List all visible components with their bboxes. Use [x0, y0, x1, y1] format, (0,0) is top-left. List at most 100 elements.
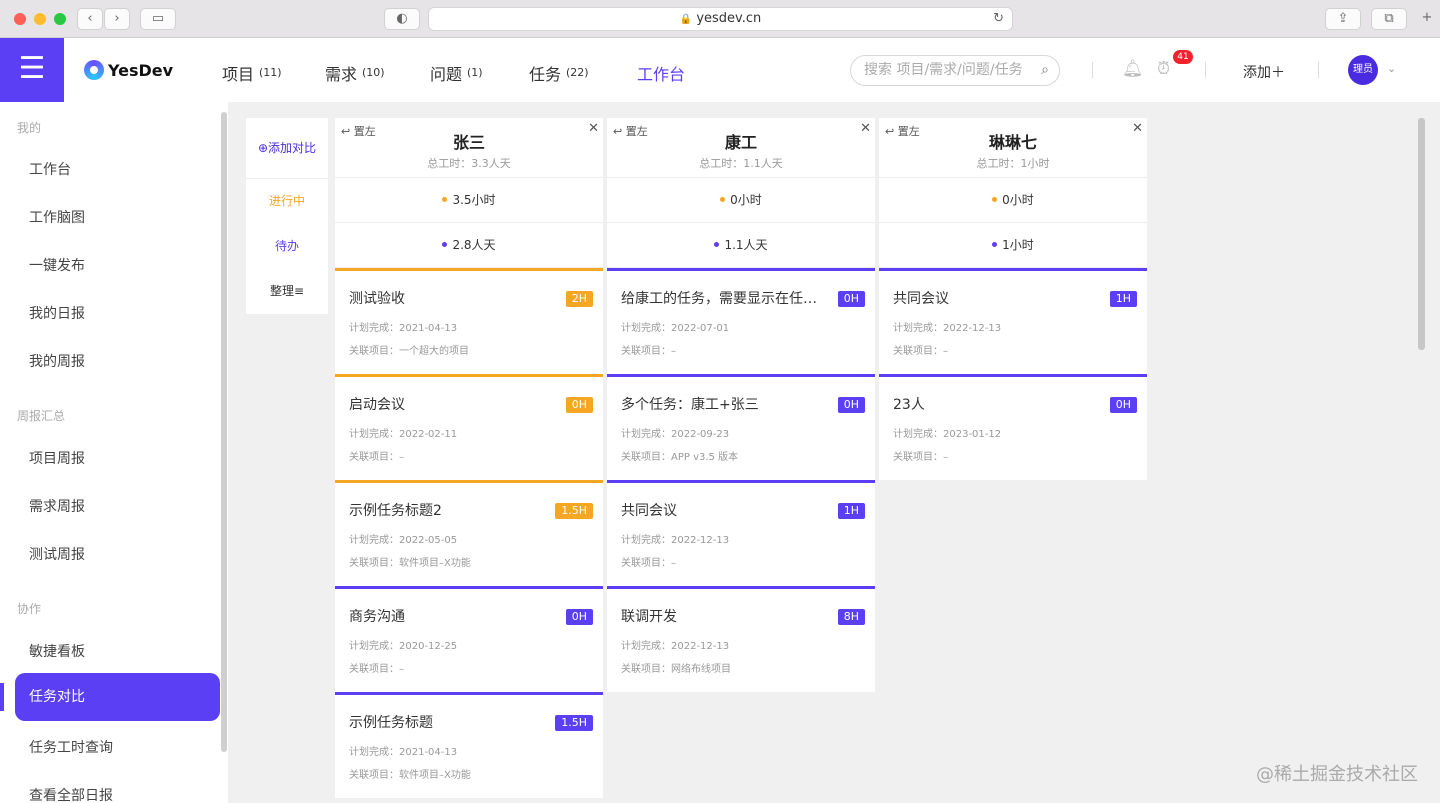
task-card[interactable]: 23人 0H 计划完成：2023-01-12 关联项目：– — [879, 374, 1147, 480]
sidebar-item-test-weekly[interactable]: 测试周报 — [29, 544, 85, 564]
back-button[interactable]: ‹ — [77, 8, 103, 30]
task-title: 商务沟通 — [349, 609, 405, 625]
pin-left-button[interactable]: ↩ 置左 — [341, 123, 376, 139]
task-card[interactable]: 共同会议 1H 计划完成：2022-12-13 关联项目：– — [879, 268, 1147, 374]
address-bar[interactable]: 🔒 yesdev.cn ↻ — [428, 7, 1013, 31]
project-value: 软件项目–X功能 — [399, 558, 471, 569]
sidebar-item-task-hours[interactable]: 任务工时查询 — [29, 737, 113, 757]
task-card[interactable]: 示例任务标题2 1.5H 计划完成：2022-05-05 关联项目：软件项目–X功能 — [335, 480, 603, 586]
notification-badge: 41 — [1173, 50, 1193, 64]
new-tab-icon[interactable]: + — [1416, 8, 1438, 30]
nav-count: (11) — [259, 66, 282, 79]
nav-requirements[interactable]: 需求 (10) — [325, 61, 385, 85]
row-label-todo: 待办 — [246, 224, 328, 269]
sidebar-item-requirement-weekly[interactable]: 需求周报 — [29, 496, 85, 516]
nav-workbench[interactable]: 工作台 — [637, 61, 685, 85]
plan-label: 计划完成： — [621, 323, 671, 334]
close-window-button[interactable] — [14, 13, 26, 25]
project-value: – — [943, 452, 948, 463]
sort-label: 整理 — [269, 284, 294, 298]
add-compare-button[interactable]: ⊕添加对比 — [246, 118, 328, 178]
add-button[interactable]: 添加＋ — [1243, 62, 1285, 82]
task-card[interactable]: 示例任务标题 1.5H 计划完成：2021-04-13 关联项目：软件项目–X功能 — [335, 692, 603, 798]
pin-left-button[interactable]: ↩ 置左 — [613, 123, 648, 139]
pin-label: 置左 — [353, 125, 376, 138]
task-title: 多个任务：康工+张三 — [621, 397, 759, 413]
plan-date: 计划完成：2022-09-23 — [621, 425, 729, 440]
logo-text: YesDev — [108, 60, 174, 80]
project-value: 软件项目–X功能 — [399, 770, 471, 781]
project-value: – — [399, 452, 404, 463]
close-icon[interactable]: ✕ — [1132, 121, 1143, 136]
task-card[interactable]: 给康工的任务，需要显示在任务… 0H 计划完成：2022-07-01 关联项目：– — [607, 268, 875, 374]
sidebar-item-task-compare[interactable]: 任务对比 — [15, 673, 220, 721]
pin-left-button[interactable]: ↩ 置左 — [885, 123, 920, 139]
nav-projects[interactable]: 项目 (11) — [222, 61, 282, 85]
sidebar-item-weekly-report[interactable]: 我的周报 — [29, 351, 85, 371]
sidebar-item-publish[interactable]: 一键发布 — [29, 255, 85, 275]
header-divider — [1092, 62, 1093, 78]
task-card[interactable]: 启动会议 0H 计划完成：2022-02-11 关联项目：– — [335, 374, 603, 480]
forward-button[interactable]: › — [104, 8, 130, 30]
task-card[interactable]: 多个任务：康工+张三 0H 计划完成：2022-09-23 关联项目：APP v3.5… — [607, 374, 875, 480]
project-label: 关联项目： — [621, 346, 671, 357]
chevron-down-icon[interactable]: ⌄ — [1387, 62, 1396, 75]
sidebar-toggle-icon[interactable]: ▭ — [140, 8, 176, 30]
main-scrollbar[interactable] — [1418, 118, 1425, 350]
search-input[interactable]: 搜索 项目/需求/问题/任务 ⌕ — [850, 55, 1060, 86]
sidebar-item-agile-board[interactable]: 敏捷看板 — [29, 641, 85, 661]
alarm-clock-icon[interactable]: ⏰︎ — [1157, 59, 1170, 79]
arrow-left-icon: ↩ — [885, 125, 898, 138]
dot-icon — [442, 242, 448, 247]
project-label: 关联项目： — [893, 346, 943, 357]
bell-icon[interactable]: 🔔︎ — [1122, 59, 1144, 79]
close-icon[interactable]: ✕ — [860, 121, 871, 136]
hours-badge: 1H — [1109, 291, 1137, 307]
sidebar-item-workbench[interactable]: 工作台 — [29, 159, 71, 179]
plan-label: 计划完成： — [349, 535, 399, 546]
nav-tasks[interactable]: 任务 (22) — [529, 61, 589, 85]
task-card[interactable]: 联调开发 8H 计划完成：2022-12-13 关联项目：网络布线项目 — [607, 586, 875, 692]
maximize-window-button[interactable] — [54, 13, 66, 25]
reload-icon[interactable]: ↻ — [993, 8, 1004, 30]
sidebar-scrollbar[interactable] — [221, 112, 227, 752]
active-indicator — [0, 683, 4, 711]
sidebar-group-weekly-summary: 周报汇总 — [17, 409, 66, 423]
tabs-overview-icon[interactable]: ⧉ — [1371, 8, 1407, 30]
plan-label: 计划完成： — [349, 429, 399, 440]
filter-icon: ≡ — [293, 284, 305, 298]
task-card[interactable]: 共同会议 1H 计划完成：2022-12-13 关联项目：– — [607, 480, 875, 586]
app-logo[interactable]: YesDev — [84, 60, 173, 80]
arrow-left-icon: ↩ — [613, 125, 626, 138]
close-icon[interactable]: ✕ — [588, 121, 599, 136]
sidebar-item-all-daily[interactable]: 查看全部日报 — [29, 785, 113, 803]
minimize-window-button[interactable] — [34, 13, 46, 25]
sidebar-item-mindmap[interactable]: 工作脑图 — [29, 207, 85, 227]
in-progress-stat: 0小时 — [607, 178, 875, 223]
avatar[interactable]: 理员 — [1348, 55, 1378, 85]
nav-issues[interactable]: 问题 (1) — [430, 61, 483, 85]
task-card[interactable]: 测试验收 2H 计划完成：2021-04-13 关联项目：一个超大的项目 — [335, 268, 603, 374]
hours-badge: 1H — [837, 503, 865, 519]
plan-label: 计划完成： — [621, 429, 671, 440]
plan-value: 2022-09-23 — [671, 429, 730, 440]
sidebar-item-daily-report[interactable]: 我的日报 — [29, 303, 85, 323]
project-label: 关联项目： — [893, 452, 943, 463]
plan-value: 2020-12-25 — [399, 641, 458, 652]
related-project: 关联项目：– — [621, 342, 676, 357]
search-icon[interactable]: ⌕ — [1041, 56, 1049, 85]
plan-value: 2022-02-11 — [399, 429, 458, 440]
sort-button[interactable]: 整理≡ — [246, 269, 328, 314]
plan-label: 计划完成： — [349, 323, 399, 334]
plan-date: 计划完成：2022-12-13 — [621, 531, 729, 546]
plan-date: 计划完成：2022-12-13 — [893, 319, 1001, 334]
sidebar-item-project-weekly[interactable]: 项目周报 — [29, 448, 85, 468]
plan-value: 2021-04-13 — [399, 323, 458, 334]
total-hours: 总工时：1.1人天 — [699, 157, 783, 170]
task-card[interactable]: 商务沟通 0H 计划完成：2020-12-25 关联项目：– — [335, 586, 603, 692]
hamburger-menu-icon[interactable]: ☰ — [0, 38, 64, 102]
task-title: 联调开发 — [621, 609, 677, 625]
privacy-shield-icon[interactable]: ◐ — [384, 8, 420, 30]
share-icon[interactable]: ⇪ — [1325, 8, 1361, 30]
dot-icon — [714, 242, 720, 247]
